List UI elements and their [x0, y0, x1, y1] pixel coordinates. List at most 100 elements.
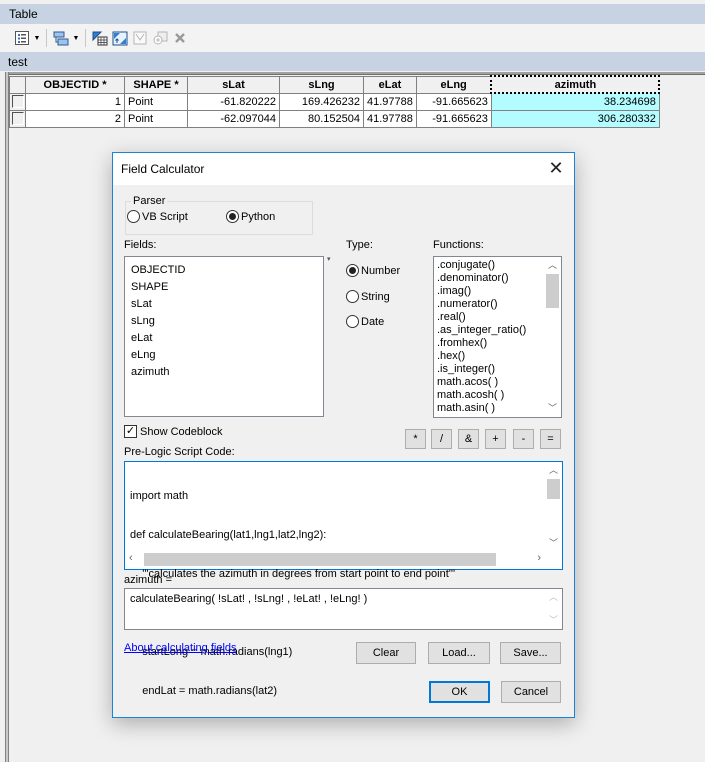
switch-selection-icon[interactable]	[110, 28, 130, 48]
function-item[interactable]: .denominator()	[434, 272, 561, 285]
column-header-slng[interactable]: sLng	[279, 75, 364, 94]
scrollbar-thumb[interactable]	[547, 479, 560, 499]
field-item[interactable]: SHAPE	[125, 279, 323, 296]
load-button[interactable]: Load...	[428, 642, 490, 664]
cell-slng[interactable]: 169.426232	[279, 92, 364, 111]
function-item[interactable]: .hex()	[434, 350, 561, 363]
about-calculating-fields-link[interactable]: About calculating fields	[124, 642, 237, 654]
select-all-corner[interactable]	[9, 75, 26, 94]
scroll-up-icon[interactable]: ︿	[544, 257, 561, 274]
prelogic-code-editor[interactable]: import math def calculateBearing(lat1,ln…	[124, 461, 563, 697]
field-item[interactable]: azimuth	[125, 364, 323, 381]
type-date-radio[interactable]: Date	[346, 315, 384, 328]
scroll-right-icon[interactable]: ›	[537, 552, 541, 564]
expression-input[interactable]: calculateBearing( !sLat! , !sLng! , !eLa…	[124, 588, 563, 630]
scroll-left-icon[interactable]: ‹	[129, 552, 133, 564]
code-line: endLat = math.radians(lat2)	[130, 685, 278, 697]
scroll-up-icon[interactable]: ︿	[545, 462, 562, 479]
cell-slat[interactable]: -62.097044	[187, 109, 280, 128]
toolbar-separator	[46, 29, 47, 47]
operator-divide-button[interactable]: /	[431, 429, 452, 449]
function-item[interactable]: .conjugate()	[434, 259, 561, 272]
column-header-objectid[interactable]: OBJECTID *	[25, 75, 125, 94]
field-item[interactable]: sLng	[125, 313, 323, 330]
function-item[interactable]: .as_integer_ratio()	[434, 324, 561, 337]
select-by-attributes-icon[interactable]	[90, 28, 110, 48]
table-row[interactable]: 1 Point -61.820222 169.426232 41.97788 -…	[9, 92, 660, 111]
expression-text[interactable]: calculateBearing( !sLat! , !sLng! , !eLa…	[130, 593, 367, 605]
scroll-down-icon[interactable]: ﹀	[544, 400, 561, 417]
function-item[interactable]: .imag()	[434, 285, 561, 298]
cell-azimuth[interactable]: 306.280332	[490, 109, 660, 128]
cell-elat[interactable]: 41.97788	[363, 109, 417, 128]
code-vertical-scrollbar[interactable]: ︿ ﹀	[545, 462, 562, 552]
field-item[interactable]: sLat	[125, 296, 323, 313]
cell-elat[interactable]: 41.97788	[363, 92, 417, 111]
radio-unchecked-icon	[346, 315, 359, 328]
operator-multiply-button[interactable]: *	[405, 429, 426, 449]
function-item[interactable]: .is_integer()	[434, 363, 561, 376]
cell-objectid[interactable]: 2	[25, 109, 125, 128]
clear-button[interactable]: Clear	[356, 642, 416, 664]
parser-label: Parser	[131, 195, 168, 207]
table-window-title: Table	[0, 4, 705, 24]
cell-elng[interactable]: -91.665623	[415, 92, 492, 111]
cell-shape[interactable]: Point	[124, 92, 188, 111]
expression-scrollbar[interactable]: ︿ ﹀	[545, 589, 562, 629]
parser-python-radio[interactable]: Python	[226, 210, 275, 223]
cell-slng[interactable]: 80.152504	[279, 109, 364, 128]
code-horizontal-scrollbar[interactable]: ‹ ›	[126, 551, 544, 568]
row-selector[interactable]	[9, 92, 26, 111]
field-calculator-dialog: Field Calculator ✕ Parser VB Script Pyth…	[112, 152, 575, 718]
table-options-dropdown-icon[interactable]: ▼	[32, 28, 42, 48]
operator-plus-button[interactable]: +	[485, 429, 506, 449]
function-item[interactable]: .numerator()	[434, 298, 561, 311]
table-tab-name[interactable]: test	[0, 52, 705, 71]
type-number-radio[interactable]: Number	[346, 264, 400, 277]
cancel-button[interactable]: Cancel	[501, 681, 561, 703]
scroll-down-icon[interactable]: ﹀	[545, 535, 562, 552]
column-header-shape[interactable]: SHAPE *	[124, 75, 188, 94]
column-header-elng[interactable]: eLng	[415, 75, 492, 94]
related-tables-dropdown-icon[interactable]: ▼	[71, 28, 81, 48]
scrollbar-thumb[interactable]	[144, 553, 496, 566]
function-item[interactable]: .real()	[434, 311, 561, 324]
functions-list[interactable]: .conjugate() .denominator() .imag() .num…	[433, 256, 562, 418]
cell-azimuth[interactable]: 38.234698	[490, 92, 660, 111]
table-options-icon[interactable]	[12, 28, 32, 48]
operator-minus-button[interactable]: -	[513, 429, 534, 449]
column-header-azimuth[interactable]: azimuth	[490, 75, 661, 94]
function-item[interactable]: math.asin( )	[434, 402, 561, 415]
function-item[interactable]: .fromhex()	[434, 337, 561, 350]
dialog-titlebar[interactable]: Field Calculator ✕	[113, 153, 574, 185]
fields-list[interactable]: OBJECTID SHAPE sLat sLng eLat eLng azimu…	[124, 256, 324, 417]
operator-ampersand-button[interactable]: &	[458, 429, 479, 449]
type-string-label: String	[361, 290, 390, 303]
function-item[interactable]: math.acos( )	[434, 376, 561, 389]
parser-vbscript-radio[interactable]: VB Script	[127, 210, 188, 223]
row-selector[interactable]	[9, 109, 26, 128]
code-line: def calculateBearing(lat1,lng1,lat2,lng2…	[130, 529, 327, 541]
cell-shape[interactable]: Point	[124, 109, 188, 128]
field-item[interactable]: eLat	[125, 330, 323, 347]
table-row[interactable]: 2 Point -62.097044 80.152504 41.97788 -9…	[9, 109, 660, 128]
column-header-elat[interactable]: eLat	[363, 75, 417, 94]
cell-objectid[interactable]: 1	[25, 92, 125, 111]
function-item[interactable]: math.acosh( )	[434, 389, 561, 402]
ok-button[interactable]: OK	[429, 681, 490, 703]
cell-slat[interactable]: -61.820222	[187, 92, 280, 111]
cell-elng[interactable]: -91.665623	[415, 109, 492, 128]
field-sort-dropdown-icon[interactable]: ▾	[327, 255, 331, 263]
scrollbar-thumb[interactable]	[546, 274, 559, 308]
field-item[interactable]: OBJECTID	[125, 262, 323, 279]
radio-checked-icon	[346, 264, 359, 277]
functions-scrollbar[interactable]: ︿ ﹀	[544, 257, 561, 417]
operator-equals-button[interactable]: =	[540, 429, 561, 449]
related-tables-icon[interactable]	[51, 28, 71, 48]
column-header-slat[interactable]: sLat	[187, 75, 280, 94]
close-icon[interactable]: ✕	[546, 158, 566, 178]
type-string-radio[interactable]: String	[346, 290, 390, 303]
save-button[interactable]: Save...	[500, 642, 561, 664]
field-item[interactable]: eLng	[125, 347, 323, 364]
show-codeblock-checkbox[interactable]: ✓ Show Codeblock	[124, 425, 223, 438]
